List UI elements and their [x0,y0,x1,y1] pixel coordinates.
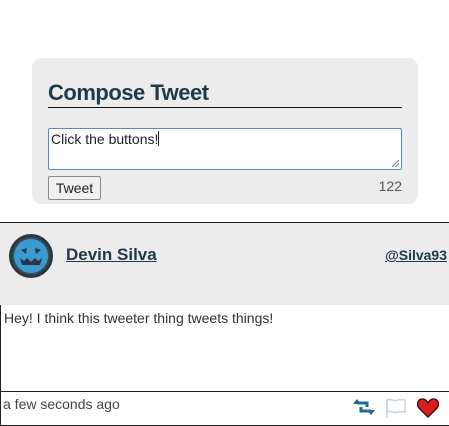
text-cursor [158,131,160,146]
tweet-textarea[interactable]: Click the buttons! [48,128,402,170]
resize-handle-icon[interactable] [392,160,399,167]
avatar [9,234,53,278]
retweet-icon[interactable] [353,398,375,421]
tweet-button[interactable]: Tweet [48,176,101,200]
tweet-textarea-value: Click the buttons! [51,131,159,147]
user-name-link[interactable]: Devin Silva [66,245,157,265]
tweet-card: Devin Silva @Silva93 Hey! I think this t… [0,222,449,426]
compose-title: Compose Tweet [48,80,402,108]
tweet-header: Devin Silva @Silva93 [0,223,449,305]
pumpkin-face-icon [14,239,48,273]
character-counter: 122 [378,178,402,194]
tweet-body: Hey! I think this tweeter thing tweets t… [0,305,449,391]
tweet-timestamp: a few seconds ago [3,396,120,412]
page: Compose Tweet Click the buttons! Tweet 1… [0,0,449,426]
flag-icon[interactable] [385,398,407,423]
compose-tweet-panel: Compose Tweet Click the buttons! Tweet 1… [32,58,418,204]
heart-icon[interactable] [416,398,440,423]
tweet-text: Hey! I think this tweeter thing tweets t… [4,310,274,326]
user-handle-link[interactable]: @Silva93 [385,247,447,263]
tweet-footer: a few seconds ago [0,391,449,426]
